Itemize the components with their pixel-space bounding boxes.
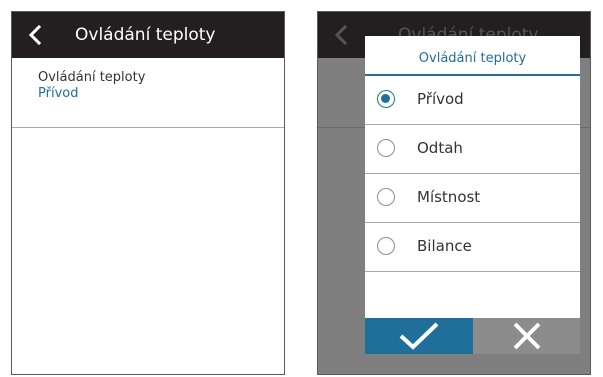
option-mistnost[interactable]: Místnost [365, 174, 580, 223]
option-privod[interactable]: Přívod [365, 76, 580, 125]
setting-value: Přívod [38, 86, 79, 101]
radio-button[interactable] [377, 188, 395, 206]
page-title: Ovládání teploty [75, 25, 216, 45]
chevron-left-icon[interactable] [24, 24, 46, 46]
dialog-title: Ovládání teploty [365, 36, 580, 76]
option-label: Odtah [417, 139, 463, 157]
radio-button[interactable] [377, 237, 395, 255]
screen-temperature-control-dialog: Ovládání teploty Ovládání teploty Přívod… [317, 11, 591, 375]
confirm-button[interactable] [365, 318, 473, 354]
option-odtah[interactable]: Odtah [365, 125, 580, 174]
cancel-button[interactable] [473, 318, 580, 354]
screen-temperature-control: Ovládání teploty Ovládání teploty Přívod [11, 11, 285, 375]
close-icon [513, 322, 540, 350]
radio-button[interactable] [377, 139, 395, 157]
header-bar: Ovládání teploty [12, 12, 284, 58]
checkmark-icon [399, 322, 439, 350]
setting-item-temperature-control[interactable]: Ovládání teploty Přívod [12, 58, 284, 128]
chevron-left-icon [334, 24, 348, 46]
radio-button-selected[interactable] [377, 90, 395, 108]
option-label: Místnost [417, 188, 481, 206]
selection-dialog: Ovládání teploty Přívod Odtah Místnost B… [365, 36, 580, 354]
option-bilance[interactable]: Bilance [365, 223, 580, 272]
option-label: Přívod [417, 90, 464, 108]
option-label: Bilance [417, 237, 472, 255]
setting-label: Ovládání teploty [38, 70, 146, 85]
